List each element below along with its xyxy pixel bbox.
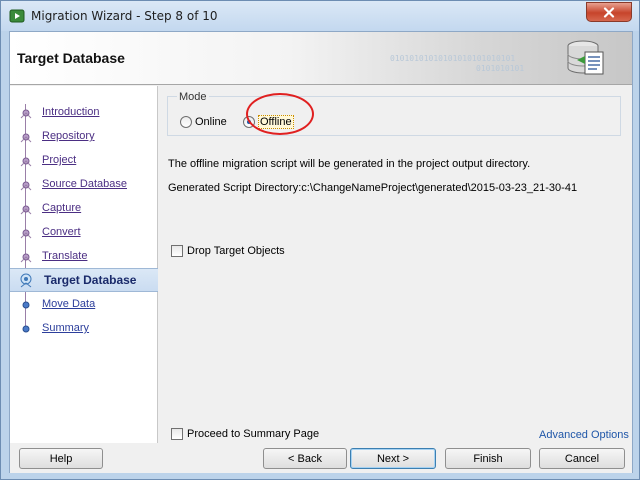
help-button[interactable]: Help	[19, 448, 103, 469]
content-pane: Mode Online Offline The offline migratio…	[159, 86, 632, 443]
step-done-icon	[20, 133, 32, 143]
offline-radio[interactable]: Offline	[243, 114, 294, 130]
script-directory-text: Generated Script Directory:c:\ChangeName…	[168, 182, 578, 194]
online-radio-label: Online	[195, 116, 227, 128]
online-radio[interactable]: Online	[180, 114, 227, 130]
nav-step-convert[interactable]: Convert	[10, 222, 158, 244]
header-decor-text: 01010101010101010101010101	[390, 54, 516, 63]
radio-circle-selected	[243, 116, 255, 128]
nav-step-introduction[interactable]: Introduction	[10, 102, 158, 124]
page-title: Target Database	[17, 50, 125, 66]
mode-group: Mode Online Offline	[167, 91, 621, 136]
offline-radio-label: Offline	[258, 115, 294, 129]
close-icon	[603, 6, 615, 18]
finish-button[interactable]: Finish	[445, 448, 531, 469]
step-current-icon	[20, 273, 32, 288]
checkbox-box	[171, 245, 183, 257]
nav-step-project[interactable]: Project	[10, 150, 158, 172]
drop-target-objects-checkbox[interactable]: Drop Target Objects	[171, 245, 285, 257]
advanced-options-link[interactable]: Advanced Options	[539, 429, 629, 441]
header-decor-text-2: 0101010101	[476, 64, 525, 73]
wizard-window: Migration Wizard - Step 8 of 10 Target D…	[0, 0, 640, 480]
close-button[interactable]	[586, 2, 632, 22]
app-icon	[9, 9, 25, 23]
nav-step-source-database[interactable]: Source Database	[10, 174, 158, 196]
step-future-icon	[22, 325, 30, 333]
window-title: Migration Wizard - Step 8 of 10	[31, 9, 218, 23]
nav-step-label: Repository	[42, 130, 95, 142]
title-bar: Migration Wizard - Step 8 of 10	[1, 1, 639, 31]
nav-step-capture[interactable]: Capture	[10, 198, 158, 220]
back-button[interactable]: < Back	[263, 448, 347, 469]
nav-step-label: Project	[42, 154, 77, 166]
wizard-steps-nav: Introduction Repository Project Source D…	[10, 86, 158, 443]
client-area: Target Database 010101010101010101010101…	[9, 31, 633, 473]
mode-description: The offline migration script will be gen…	[168, 158, 531, 170]
radio-circle	[180, 116, 192, 128]
proceed-to-summary-label: Proceed to Summary Page	[187, 428, 320, 440]
nav-step-label: Convert	[42, 226, 81, 238]
nav-step-repository[interactable]: Repository	[10, 126, 158, 148]
step-done-icon	[20, 181, 32, 191]
nav-step-label: Target Database	[44, 273, 137, 287]
nav-step-summary[interactable]: Summary	[10, 318, 158, 340]
step-done-icon	[20, 157, 32, 167]
drop-target-objects-label: Drop Target Objects	[187, 245, 285, 257]
nav-step-label: Translate	[42, 250, 88, 262]
nav-step-translate[interactable]: Translate	[10, 246, 158, 268]
nav-step-label: Source Database	[42, 178, 127, 190]
next-button[interactable]: Next >	[350, 448, 436, 469]
nav-step-label: Move Data	[42, 298, 96, 310]
nav-step-move-data[interactable]: Move Data	[10, 294, 158, 316]
checkbox-box	[171, 428, 183, 440]
nav-step-label: Summary	[42, 322, 90, 334]
nav-step-target-database[interactable]: Target Database	[10, 268, 158, 292]
step-done-icon	[20, 205, 32, 215]
button-bar: Help < Back Next > Finish Cancel	[10, 444, 632, 473]
nav-step-label: Introduction	[42, 106, 100, 118]
step-done-icon	[20, 229, 32, 239]
step-done-icon	[20, 253, 32, 263]
step-done-icon	[20, 109, 32, 119]
nav-step-label: Capture	[42, 202, 82, 214]
step-future-icon	[22, 301, 30, 309]
database-icon	[567, 40, 604, 75]
proceed-to-summary-checkbox[interactable]: Proceed to Summary Page	[171, 428, 319, 440]
cancel-button[interactable]: Cancel	[539, 448, 625, 469]
page-header: Target Database 010101010101010101010101…	[10, 32, 632, 85]
mode-legend: Mode	[177, 91, 209, 103]
